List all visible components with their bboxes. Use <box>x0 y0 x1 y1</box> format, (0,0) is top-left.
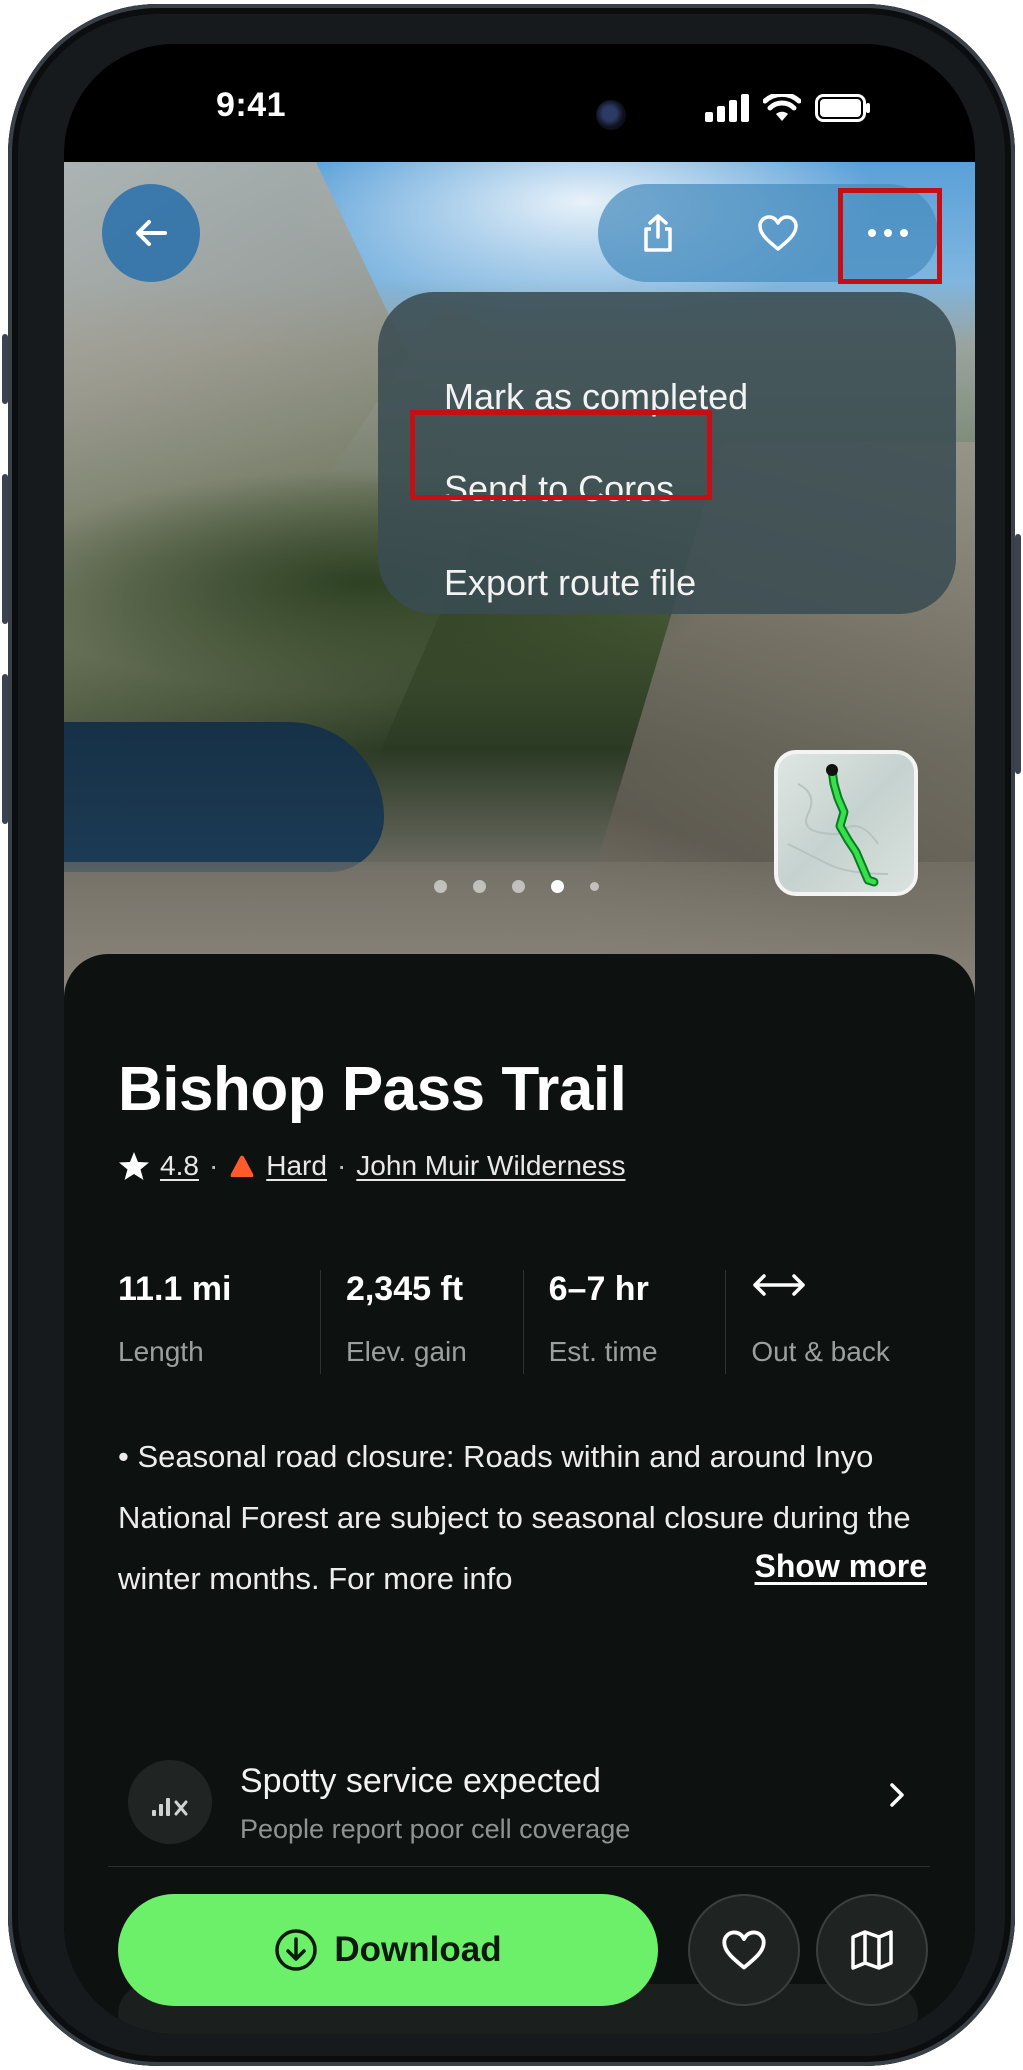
carousel-dot[interactable] <box>434 880 447 893</box>
map-button[interactable] <box>816 1894 928 2006</box>
stat-route-type: Out & back <box>725 1270 928 1374</box>
no-signal-icon <box>152 1798 188 1816</box>
rating-link[interactable]: 4.8 <box>160 1150 199 1182</box>
volume-down-button <box>2 674 8 824</box>
send-to-coros-highlight <box>410 410 712 500</box>
cellular-signal-icon <box>705 94 749 122</box>
heart-icon <box>722 1930 766 1970</box>
wifi-icon <box>763 94 801 121</box>
download-label: Download <box>334 1930 502 1969</box>
cell-service-row[interactable]: Spotty service expected People report po… <box>64 1734 975 1854</box>
battery-icon <box>815 94 870 122</box>
status-bar: 9:41 <box>64 44 975 162</box>
trail-details-panel: Bishop Pass Trail 4.8 · Hard · John Muir… <box>64 954 975 2034</box>
carousel-dot[interactable] <box>473 880 486 893</box>
menu-item-export-route[interactable]: Export route file <box>444 562 696 604</box>
save-button[interactable] <box>688 1894 800 2006</box>
heart-icon <box>758 215 798 251</box>
stat-label: Elev. gain <box>345 1336 467 1367</box>
share-button[interactable] <box>598 184 718 282</box>
favorite-button[interactable] <box>718 184 838 282</box>
share-icon <box>644 214 672 252</box>
stat-length: 11.1 mi Length <box>118 1270 320 1374</box>
screen: 9:41 Mark as completed Send to Coros Exp… <box>64 44 975 2034</box>
photo-carousel-indicator <box>434 880 599 893</box>
download-icon <box>275 1929 318 1971</box>
meta-separator: · <box>208 1150 219 1181</box>
show-more-link[interactable]: Show more <box>734 1548 927 1585</box>
map-icon <box>851 1930 893 1970</box>
trail-title: Bishop Pass Trail <box>118 1055 627 1124</box>
service-title: Spotty service expected <box>240 1762 601 1800</box>
status-icons <box>705 94 871 122</box>
trail-meta-row: 4.8 · Hard · John Muir Wilderness <box>118 1150 626 1182</box>
more-button-highlight <box>838 188 942 284</box>
carousel-dot-active[interactable] <box>551 880 564 893</box>
power-button <box>1015 534 1021 774</box>
stat-label: Length <box>118 1336 204 1367</box>
chevron-right-icon <box>890 1783 904 1807</box>
divider <box>108 1866 930 1867</box>
back-button[interactable] <box>102 184 200 282</box>
area-link[interactable]: John Muir Wilderness <box>356 1150 625 1182</box>
stat-value: 6–7 hr <box>548 1270 649 1308</box>
route-line <box>787 764 889 887</box>
stat-value: 11.1 mi <box>118 1270 232 1308</box>
trail-stats: 11.1 mi Length 2,345 ft Elev. gain 6–7 h… <box>118 1270 928 1374</box>
phone-frame: 9:41 Mark as completed Send to Coros Exp… <box>2 4 1021 2066</box>
stat-time: 6–7 hr Est. time <box>522 1270 726 1374</box>
download-button[interactable]: Download <box>118 1894 658 2006</box>
bottom-action-bar: Download <box>118 1894 928 2006</box>
stat-label: Out & back <box>751 1336 890 1367</box>
meta-separator: · <box>336 1150 347 1181</box>
difficulty-icon <box>230 1155 254 1177</box>
stat-value <box>751 1270 928 1314</box>
carousel-dot[interactable] <box>512 880 525 893</box>
service-subtitle: People report poor cell coverage <box>240 1814 631 1844</box>
difficulty-link[interactable]: Hard <box>266 1150 327 1182</box>
stat-elevation: 2,345 ft Elev. gain <box>319 1270 523 1374</box>
arrow-left-right-icon <box>753 1274 806 1296</box>
route-map-thumbnail[interactable] <box>774 750 918 896</box>
volume-up-button <box>2 474 8 624</box>
carousel-dot[interactable] <box>590 882 599 891</box>
arrow-left-icon <box>136 220 167 246</box>
star-icon <box>119 1152 149 1180</box>
stat-value: 2,345 ft <box>345 1270 464 1308</box>
front-camera <box>596 100 626 130</box>
svc-icon-wrap <box>128 1760 212 1844</box>
status-time: 9:41 <box>216 86 287 124</box>
action-button <box>2 334 8 404</box>
stat-label: Est. time <box>548 1336 658 1367</box>
